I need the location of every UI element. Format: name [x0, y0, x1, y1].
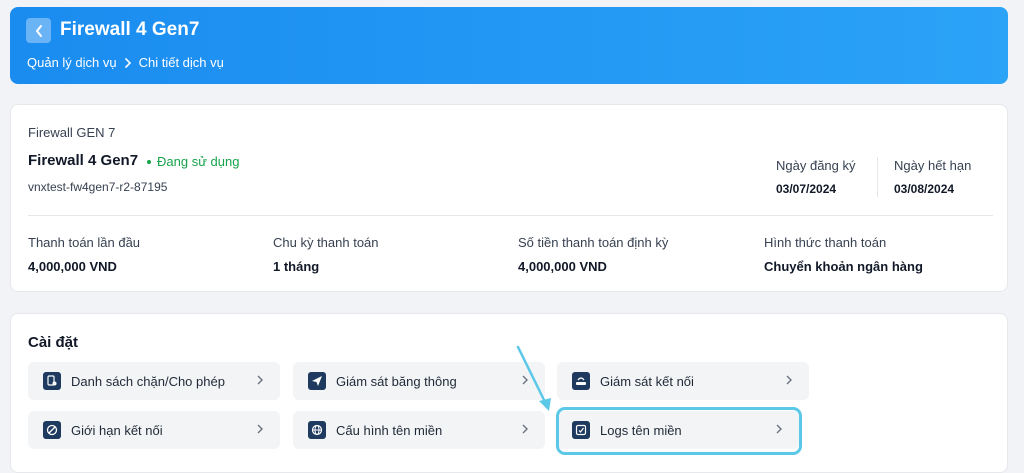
globe-icon: [308, 421, 326, 439]
chevron-right-icon: [776, 424, 782, 434]
plan-label: Firewall GEN 7: [28, 125, 116, 140]
payment-value: 4,000,000 VND: [518, 259, 607, 274]
block-icon: [43, 421, 61, 439]
settings-title: Cài đặt: [28, 334, 79, 351]
section-divider: [28, 215, 993, 216]
breadcrumb-service-detail: Chi tiết dịch vụ: [138, 55, 224, 70]
chevron-left-icon: [35, 24, 42, 37]
register-date-block: Ngày đăng ký 03/07/2024: [776, 158, 856, 196]
chevron-right-icon: [522, 375, 528, 385]
document-shield-icon: [43, 372, 61, 390]
expire-date-value: 03/08/2024: [894, 182, 955, 196]
chevron-right-icon: [257, 375, 263, 385]
expire-date-label: Ngày hết hạn: [894, 158, 972, 173]
send-icon: [308, 372, 326, 390]
page-title: Firewall 4 Gen7: [60, 19, 200, 40]
payment-label: Hình thức thanh toán: [764, 235, 887, 250]
setting-connection-monitor[interactable]: Giám sát kết nối: [557, 362, 809, 400]
register-date-label: Ngày đăng ký: [776, 158, 856, 173]
setting-domain-config[interactable]: Cấu hình tên miền: [293, 411, 545, 449]
payment-label: Thanh toán lần đầu: [28, 235, 141, 250]
setting-label: Giám sát kết nối: [600, 373, 694, 389]
service-id: vnxtest-fw4gen7-r2-87195: [28, 180, 168, 194]
setting-label: Cấu hình tên miền: [336, 422, 443, 438]
setting-label: Logs tên miền: [600, 422, 682, 438]
chevron-right-icon: [786, 375, 792, 385]
page-header: Firewall 4 Gen7 Quản lý dịch vụ Chi tiết…: [10, 7, 1008, 84]
setting-label: Giám sát băng thông: [336, 373, 457, 389]
setting-blocklist[interactable]: Danh sách chặn/Cho phép: [28, 362, 280, 400]
setting-bandwidth-monitor[interactable]: Giám sát băng thông: [293, 362, 545, 400]
status-dot-icon: [147, 159, 151, 164]
chevron-right-icon: [257, 424, 263, 434]
back-button[interactable]: [26, 18, 51, 43]
setting-domain-logs[interactable]: Logs tên miền: [557, 411, 799, 449]
breadcrumb-service-management[interactable]: Quản lý dịch vụ: [27, 55, 117, 71]
payment-recurring: Số tiền thanh toán định kỳ 4,000,000 VND: [518, 235, 668, 274]
log-icon: [572, 421, 590, 439]
payment-label: Số tiền thanh toán định kỳ: [518, 235, 669, 250]
payment-value: 1 tháng: [273, 259, 320, 274]
payment-label: Chu kỳ thanh toán: [273, 235, 379, 250]
expire-date-block: Ngày hết hạn 03/08/2024: [894, 158, 971, 196]
chevron-right-icon: [522, 424, 528, 434]
service-info-card: Firewall GEN 7 Firewall 4 Gen7 Đang sử d…: [10, 104, 1008, 292]
breadcrumb: Quản lý dịch vụ Chi tiết dịch vụ: [27, 55, 224, 71]
status-badge: Đang sử dụng: [147, 154, 239, 169]
chevron-right-icon: [124, 58, 131, 68]
payment-value: 4,000,000 VND: [28, 259, 117, 274]
date-divider: [877, 157, 878, 197]
setting-label: Danh sách chặn/Cho phép: [71, 373, 225, 389]
payment-first: Thanh toán lần đầu 4,000,000 VND: [28, 235, 140, 274]
payment-cycle: Chu kỳ thanh toán 1 tháng: [273, 235, 379, 274]
service-name: Firewall 4 Gen7: [28, 152, 139, 169]
setting-label: Giới hạn kết nối: [71, 422, 163, 438]
payment-value: Chuyển khoản ngân hàng: [764, 259, 923, 274]
router-icon: [572, 372, 590, 390]
status-text: Đang sử dụng: [157, 154, 240, 169]
register-date-value: 03/07/2024: [776, 182, 837, 196]
setting-connection-limit[interactable]: Giới hạn kết nối: [28, 411, 280, 449]
payment-method: Hình thức thanh toán Chuyển khoản ngân h…: [764, 235, 923, 274]
